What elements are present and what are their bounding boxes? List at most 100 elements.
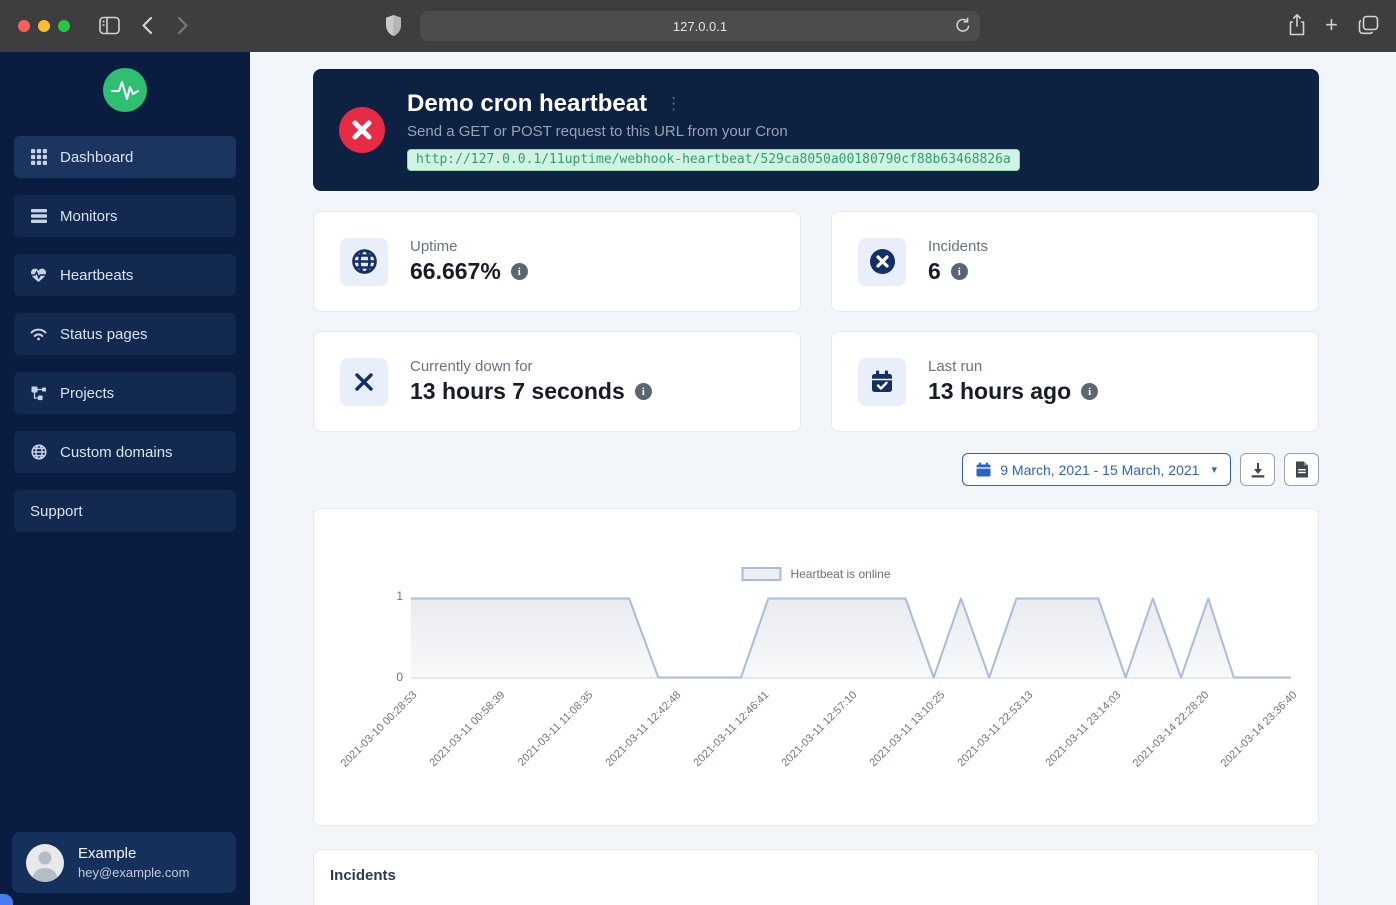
window-controls — [18, 20, 70, 32]
reload-icon[interactable] — [955, 17, 971, 34]
sidebar-item-label: Custom domains — [60, 443, 173, 461]
heartbeat-chart-card: Heartbeat is online 1 0 2021-03-10 00:28:5… — [313, 508, 1319, 826]
download-icon — [1250, 462, 1266, 478]
user-menu[interactable]: Example hey@example.com — [12, 832, 236, 893]
zoom-window-button[interactable] — [58, 20, 70, 32]
report-toolbar: 9 March, 2021 - 15 March, 2021 ▾ — [313, 453, 1319, 486]
stat-label: Uptime — [410, 238, 458, 255]
app-logo — [103, 68, 147, 112]
x-axis-label: 2021-03-14 22:28:20 — [1130, 689, 1212, 770]
sidebar-item-heartbeats[interactable]: Heartbeats — [14, 254, 236, 296]
chart-legend[interactable]: Heartbeat is online — [741, 567, 891, 581]
header-subtitle: Send a GET or POST request to this URL f… — [407, 122, 788, 140]
grid-icon — [30, 149, 47, 165]
sidebar-item-monitors[interactable]: Monitors — [14, 195, 236, 237]
legend-swatch — [741, 567, 782, 581]
chart-plot: 1 0 2021-03-10 00:28:53 2021-03-11 00:58:39… — [339, 589, 1300, 770]
sidebar-item-label: Status pages — [60, 325, 148, 343]
legend-label: Heartbeat is online — [790, 567, 891, 581]
globe-icon — [340, 237, 388, 286]
stat-value: 6 — [928, 258, 941, 284]
sidebar-nav: Dashboard Monitors Heartbeats Status pag… — [0, 136, 250, 532]
sidebar-item-dashboard[interactable]: Dashboard — [14, 136, 236, 178]
calendar-check-icon — [858, 357, 906, 406]
sidebar-toggle-icon[interactable] — [99, 16, 120, 35]
minimize-window-button[interactable] — [38, 20, 50, 32]
stat-label: Incidents — [928, 238, 989, 255]
stat-value: 13 hours ago — [928, 378, 1072, 404]
sidebar-item-label: Monitors — [60, 207, 118, 225]
info-icon[interactable]: i — [1081, 383, 1099, 400]
x-axis-label: 2021-03-11 12:42:48 — [603, 689, 684, 770]
user-name: Example — [78, 845, 137, 862]
avatar — [26, 843, 64, 882]
sitemap-icon — [30, 385, 47, 401]
url-text: 127.0.0.1 — [672, 18, 728, 34]
forward-icon[interactable] — [177, 16, 189, 35]
tab-overview-icon[interactable] — [1358, 15, 1379, 35]
info-icon[interactable]: i — [634, 383, 652, 400]
y-axis-label: 1 — [396, 589, 403, 603]
x-axis-label: 2021-03-11 00:58:39 — [427, 689, 508, 770]
stat-card-uptime: Uptime 66.667% i — [313, 211, 801, 312]
address-bar[interactable]: 127.0.0.1 — [420, 11, 980, 41]
heartbeat-header-card: Demo cron heartbeat ⋮ Send a GET or POST… — [313, 69, 1319, 191]
y-axis-label: 0 — [396, 670, 403, 684]
date-range-picker[interactable]: 9 March, 2021 - 15 March, 2021 ▾ — [962, 453, 1231, 486]
sidebar-item-projects[interactable]: Projects — [14, 372, 236, 414]
x-axis-label: 2021-03-11 23:14:03 — [1043, 689, 1124, 770]
chart-area — [411, 598, 1291, 678]
x-axis-label: 2021-03-11 12:57:10 — [779, 689, 860, 770]
sidebar-item-label: Heartbeats — [60, 266, 134, 284]
stats-grid: Uptime 66.667% i Incidents 6 i Currently… — [313, 211, 1319, 432]
sidebar-item-label: Dashboard — [60, 148, 134, 166]
stat-card-incidents: Incidents 6 i — [831, 211, 1319, 312]
x-axis-label: 2021-03-11 13:10:25 — [867, 689, 948, 770]
sidebar-item-label: Projects — [60, 384, 115, 402]
stat-value: 13 hours 7 seconds — [410, 378, 625, 404]
date-range-label: 9 March, 2021 - 15 March, 2021 — [1000, 461, 1200, 478]
x-axis-label: 2021-03-11 22:53:13 — [955, 689, 1036, 770]
main-area: Demo cron heartbeat ⋮ Send a GET or POST… — [250, 52, 1396, 905]
stat-card-last-run: Last run 13 hours ago i — [831, 331, 1319, 432]
x-axis-label: 2021-03-10 00:28:53 — [338, 689, 420, 770]
close-window-button[interactable] — [18, 20, 30, 32]
pdf-file-icon — [1295, 461, 1309, 478]
browser-chrome: 127.0.0.1 + — [0, 0, 1396, 52]
page-title: Demo cron heartbeat — [407, 89, 648, 117]
wifi-icon — [30, 327, 47, 341]
heart-pulse-icon — [30, 267, 47, 283]
download-csv-button[interactable] — [1240, 453, 1275, 486]
x-axis-label: 2021-03-11 12:46:41 — [691, 689, 772, 770]
sidebar-item-label: Support — [30, 502, 83, 520]
status-down-icon — [339, 107, 385, 153]
stat-label: Currently down for — [410, 358, 533, 375]
back-icon[interactable] — [141, 16, 153, 35]
x-mark-icon — [340, 357, 388, 406]
x-circle-icon — [858, 237, 906, 286]
webhook-url[interactable]: http://127.0.0.1/11uptime/webhook-heartb… — [407, 148, 1020, 171]
info-icon[interactable]: i — [510, 263, 528, 280]
export-pdf-button[interactable] — [1284, 453, 1319, 486]
x-axis-label: 2021-03-14 23:36:40 — [1218, 689, 1300, 770]
share-icon[interactable] — [1288, 13, 1306, 37]
new-tab-icon[interactable]: + — [1325, 14, 1338, 36]
incidents-card: Incidents — [313, 849, 1319, 905]
incidents-title: Incidents — [330, 867, 396, 884]
user-email: hey@example.com — [78, 865, 190, 880]
stat-card-currently-down: Currently down for 13 hours 7 seconds i — [313, 331, 801, 432]
info-icon[interactable]: i — [950, 263, 968, 280]
sidebar-item-status-pages[interactable]: Status pages — [14, 313, 236, 355]
privacy-shield-icon[interactable] — [385, 14, 402, 37]
rows-icon — [30, 209, 47, 223]
kebab-menu-icon[interactable]: ⋮ — [665, 94, 682, 114]
sidebar: Dashboard Monitors Heartbeats Status pag… — [0, 52, 250, 905]
sidebar-item-support[interactable]: Support — [14, 490, 236, 532]
sidebar-item-custom-domains[interactable]: Custom domains — [14, 431, 236, 473]
chevron-down-icon: ▾ — [1211, 464, 1217, 476]
stat-label: Last run — [928, 358, 983, 375]
stat-value: 66.667% — [410, 258, 501, 284]
globe-icon — [30, 444, 47, 460]
calendar-icon — [976, 462, 991, 477]
x-axis-label: 2021-03-11 11:08:35 — [515, 689, 596, 769]
